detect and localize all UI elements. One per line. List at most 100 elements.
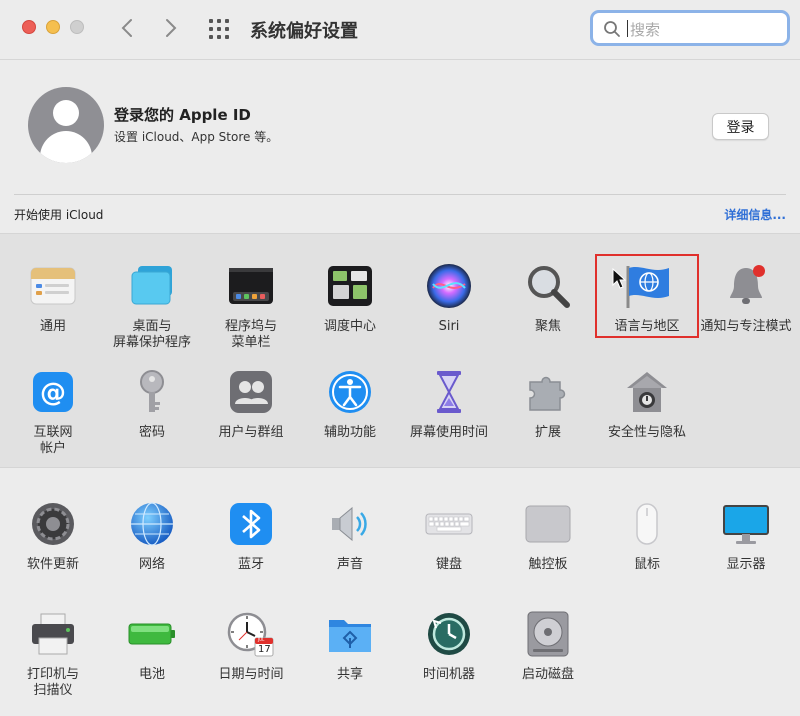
time-machine-icon <box>425 610 473 658</box>
mouse-icon <box>623 500 671 548</box>
pref-label: 通知与专注模式 <box>700 319 792 334</box>
pref-label: 声音 <box>336 557 363 572</box>
pref-screen-time[interactable]: 屏幕使用时间 <box>399 368 499 441</box>
chevron-right-icon <box>166 19 177 37</box>
pref-label: 屏幕使用时间 <box>409 425 488 440</box>
notifications-icon <box>722 262 770 310</box>
pref-label: 扩展 <box>534 425 561 440</box>
pref-mouse[interactable]: 鼠标 <box>597 500 697 573</box>
svg-text:@: @ <box>40 378 66 408</box>
printers-scanners-icon <box>29 610 77 658</box>
pref-printers-scanners[interactable]: 打印机与 扫描仪 <box>3 610 103 699</box>
show-all-grid-button[interactable] <box>206 16 232 42</box>
pref-label: 打印机与 扫描仪 <box>26 667 79 698</box>
pref-label: Siri <box>438 319 460 334</box>
internet-accounts-icon: @ <box>29 368 77 416</box>
apple-id-subtitle: 设置 iCloud、App Store 等。 <box>114 130 279 144</box>
pref-users-groups[interactable]: 用户与群组 <box>201 368 301 441</box>
pref-label: 安全性与隐私 <box>607 425 686 440</box>
pref-keyboard[interactable]: 键盘 <box>399 500 499 573</box>
pref-displays[interactable]: 显示器 <box>696 500 796 573</box>
search-field[interactable]: 搜索 <box>590 10 790 46</box>
battery-icon <box>128 610 176 658</box>
pref-label: 电池 <box>138 667 165 682</box>
divider <box>14 194 786 195</box>
pref-passwords[interactable]: 密码 <box>102 368 202 441</box>
trackpad-icon <box>524 500 572 548</box>
pref-startup-disk[interactable]: 启动磁盘 <box>498 610 598 683</box>
highlight-box <box>595 254 699 338</box>
spotlight-icon <box>524 262 572 310</box>
pref-label: 密码 <box>138 425 165 440</box>
pref-extensions[interactable]: 扩展 <box>498 368 598 441</box>
pref-internet-accounts[interactable]: @ 互联网 帐户 <box>3 368 103 457</box>
pref-dock-menubar[interactable]: 程序坞与 菜单栏 <box>201 262 301 351</box>
pref-label: 时间机器 <box>422 667 475 682</box>
pref-label: 程序坞与 菜单栏 <box>224 319 277 350</box>
siri-icon <box>425 262 473 310</box>
pref-general[interactable]: 通用 <box>3 262 103 335</box>
details-link[interactable]: 详细信息... <box>724 206 786 223</box>
dock-menubar-icon <box>227 262 275 310</box>
security-privacy-icon <box>623 368 671 416</box>
sharing-icon <box>326 610 374 658</box>
pref-label: 日期与时间 <box>218 667 284 682</box>
pref-label: 辅助功能 <box>323 425 376 440</box>
pref-desktop-screensaver[interactable]: 桌面与 屏幕保护程序 <box>102 262 202 351</box>
pref-sound[interactable]: 声音 <box>300 500 400 573</box>
pref-label: 启动磁盘 <box>521 667 574 682</box>
apple-id-panel: 登录您的 Apple ID 设置 iCloud、App Store 等。 登录 … <box>0 61 800 233</box>
chevron-left-icon <box>121 19 132 37</box>
back-button[interactable] <box>114 14 140 42</box>
forward-button[interactable] <box>158 14 184 42</box>
desktop-screensaver-icon <box>128 262 176 310</box>
passwords-icon <box>128 368 176 416</box>
apple-id-title: 登录您的 Apple ID <box>114 106 251 124</box>
network-icon <box>128 500 176 548</box>
close-window-button[interactable] <box>22 20 36 34</box>
pref-trackpad[interactable]: 触控板 <box>498 500 598 573</box>
accessibility-icon <box>326 368 374 416</box>
pref-sharing[interactable]: 共享 <box>300 610 400 683</box>
pref-mission-control[interactable]: 调度中心 <box>300 262 400 335</box>
pref-bluetooth[interactable]: 蓝牙 <box>201 500 301 573</box>
pref-siri[interactable]: Siri <box>399 262 499 335</box>
pref-date-time[interactable]: JUL 17 日期与时间 <box>201 610 301 683</box>
minimize-window-button[interactable] <box>46 20 60 34</box>
displays-icon <box>722 500 770 548</box>
pref-label: 软件更新 <box>26 557 79 572</box>
pref-label: 互联网 帐户 <box>33 425 73 456</box>
pref-label: 调度中心 <box>323 319 376 334</box>
sound-icon <box>326 500 374 548</box>
pref-spotlight[interactable]: 聚焦 <box>498 262 598 335</box>
icloud-label: 开始使用 iCloud <box>14 208 104 222</box>
calendar-day: 17 <box>258 644 271 655</box>
pref-label: 显示器 <box>726 557 766 572</box>
startup-disk-icon <box>524 610 572 658</box>
pref-network[interactable]: 网络 <box>102 500 202 573</box>
search-icon <box>604 21 620 37</box>
login-button[interactable]: 登录 <box>712 113 769 140</box>
window-title: 系统偏好设置 <box>250 21 358 42</box>
pref-notifications[interactable]: 通知与专注模式 <box>696 262 796 335</box>
pref-label: 共享 <box>336 667 363 682</box>
pref-label: 通用 <box>39 319 66 334</box>
pref-label: 键盘 <box>435 557 462 572</box>
pref-accessibility[interactable]: 辅助功能 <box>300 368 400 441</box>
pref-software-update[interactable]: 软件更新 <box>3 500 103 573</box>
text-caret <box>627 20 628 37</box>
avatar[interactable] <box>28 87 104 163</box>
pref-label: 触控板 <box>528 557 568 572</box>
pref-label: 用户与群组 <box>218 425 284 440</box>
bluetooth-icon <box>227 500 275 548</box>
mission-control-icon <box>326 262 374 310</box>
zoom-window-button[interactable] <box>70 20 84 34</box>
pref-label: 聚焦 <box>534 319 561 334</box>
pref-battery[interactable]: 电池 <box>102 610 202 683</box>
search-placeholder: 搜索 <box>630 21 661 39</box>
title-bar: 系统偏好设置 搜索 <box>0 0 800 60</box>
mouse-cursor-icon <box>612 268 626 289</box>
pref-time-machine[interactable]: 时间机器 <box>399 610 499 683</box>
pref-security-privacy[interactable]: 安全性与隐私 <box>597 368 697 441</box>
users-groups-icon <box>227 368 275 416</box>
